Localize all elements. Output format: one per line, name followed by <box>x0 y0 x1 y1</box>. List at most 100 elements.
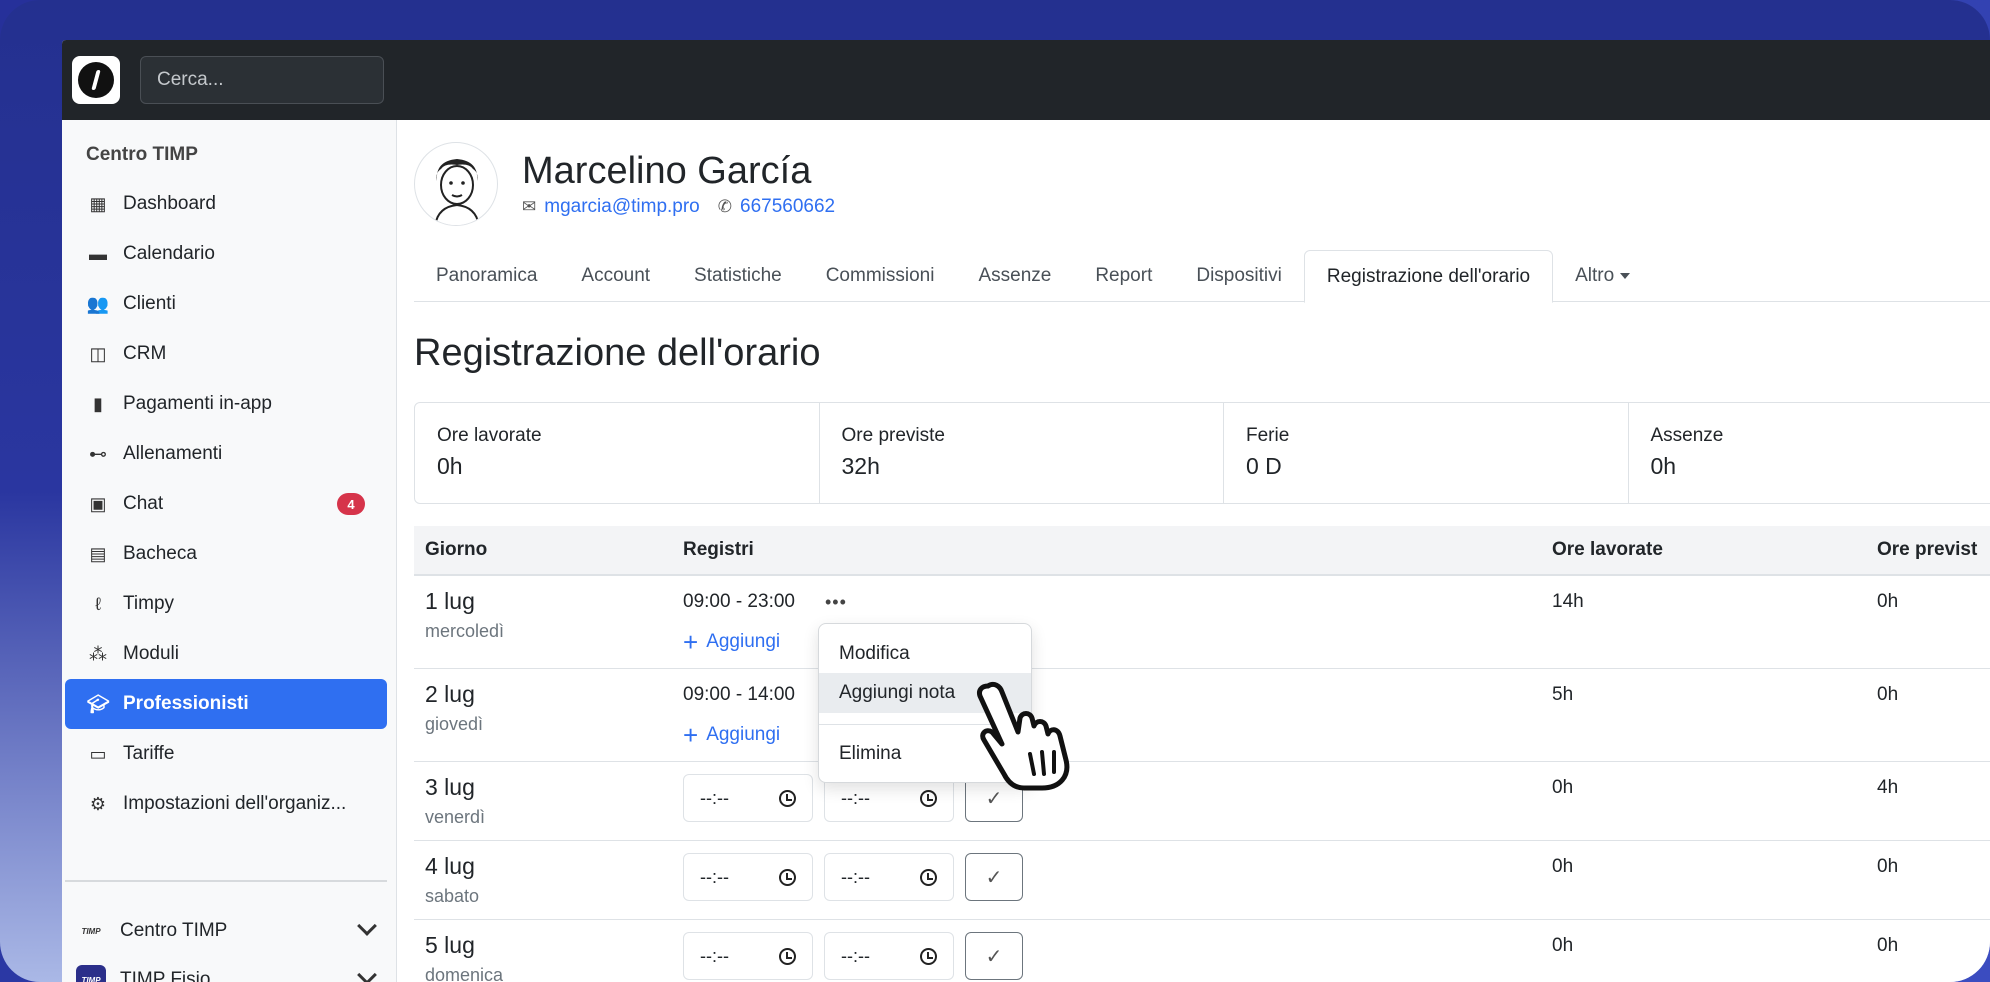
stat-label: Ore lavorate <box>437 425 542 446</box>
sidebar-item-bacheca[interactable]: ▤ Bacheca <box>65 529 387 579</box>
day-number: 5 lug <box>425 932 475 958</box>
confirm-check-button[interactable]: ✓ <box>965 932 1023 980</box>
day-number: 4 lug <box>425 853 475 879</box>
time-placeholder: --:-- <box>700 945 729 966</box>
sidebar-item-moduli[interactable]: ⁂ Moduli <box>65 629 387 679</box>
day-number: 2 lug <box>425 681 475 707</box>
sidebar-item-allenamenti[interactable]: ⊷ Allenamenti <box>65 429 387 479</box>
logo-icon <box>78 62 114 98</box>
table-row: 4 lug sabato --:-- --:-- ✓ 0h 0h <box>414 841 1990 920</box>
tab-altro[interactable]: Altro <box>1553 250 1652 302</box>
menu-item-modifica[interactable]: Modifica <box>819 634 1031 674</box>
background-frame: Centro TIMP ▦ Dashboard ▬ Calendario 👥 C… <box>0 0 1990 982</box>
time-records-table: Giorno Registri Ore lavorate Ore previst… <box>414 526 1990 982</box>
sidebar-item-label: Professionisti <box>123 693 249 714</box>
stat-label: Assenze <box>1650 425 1724 446</box>
tab-statistiche[interactable]: Statistiche <box>672 250 804 302</box>
stat-card: Ore lavorate 0h <box>415 403 820 503</box>
sidebar-item-impostazioni[interactable]: ⚙ Impostazioni dell'organiz... <box>65 779 387 829</box>
avatar <box>414 142 498 226</box>
tab-assenze[interactable]: Assenze <box>956 250 1073 302</box>
table-row: 5 lug domenica --:-- --:-- ✓ 0h 0h <box>414 920 1990 982</box>
sidebar-org-title: Centro TIMP <box>86 144 198 165</box>
worked-hours: 5h <box>1552 684 1574 705</box>
money-icon: ▭ <box>89 743 107 764</box>
tab-dispositivi[interactable]: Dispositivi <box>1174 250 1304 302</box>
profile-email-link[interactable]: mgarcia@timp.pro <box>544 196 700 218</box>
start-time-input[interactable]: --:-- <box>683 774 813 822</box>
records-cell: 09:00 - 14:00 + Aggiungi <box>683 684 795 748</box>
day-weekday: sabato <box>425 886 480 906</box>
sidebar-item-crm[interactable]: ◫ CRM <box>65 329 387 379</box>
day-weekday: domenica <box>425 965 504 982</box>
planned-hours: 0h <box>1877 684 1899 705</box>
day-cell: 1 lug mercoledì <box>425 588 504 642</box>
tab-panoramica[interactable]: Panoramica <box>414 250 559 302</box>
sidebar-item-label: Chat <box>123 493 164 514</box>
profile-phone-link[interactable]: 667560662 <box>740 196 835 218</box>
sidebar-item-label: CRM <box>123 343 167 364</box>
day-cell: 5 lug domenica <box>425 932 503 982</box>
app-logo[interactable] <box>72 56 120 104</box>
sidebar-item-dashboard[interactable]: ▦ Dashboard <box>65 179 387 229</box>
header-day: Giorno <box>425 539 488 560</box>
worked-hours: 0h <box>1552 777 1574 798</box>
stat-card: Ore previste 32h <box>820 403 1224 503</box>
add-record-link[interactable]: + Aggiungi <box>683 722 795 748</box>
start-time-input[interactable]: --:-- <box>683 932 813 980</box>
record-entry: 09:00 - 14:00 <box>683 684 795 706</box>
tab-report[interactable]: Report <box>1073 250 1174 302</box>
day-cell: 4 lug sabato <box>425 853 479 907</box>
day-number: 1 lug <box>425 588 475 614</box>
search-input[interactable] <box>140 56 384 104</box>
planned-hours: 0h <box>1877 935 1899 956</box>
plus-icon: + <box>683 626 699 657</box>
sidebar-item-timpy[interactable]: ℓ Timpy <box>65 579 387 629</box>
chevron-down-icon <box>357 965 377 982</box>
end-time-input[interactable]: --:-- <box>824 853 954 901</box>
sidebar-item-clienti[interactable]: 👥 Clienti <box>65 279 387 329</box>
tab-account[interactable]: Account <box>559 250 672 302</box>
org-switcher-timp-fisio[interactable]: TIMP TIMP Fisio <box>76 960 386 982</box>
record-time: 09:00 - 23:00 <box>683 591 795 612</box>
sidebar-item-tariffe[interactable]: ▭ Tariffe <box>65 729 387 779</box>
page-title: Registrazione dell'orario <box>414 332 821 374</box>
calendar-icon: ▬ <box>89 243 107 264</box>
chat-badge: 4 <box>337 493 365 515</box>
chat-icon: ▣ <box>89 493 107 514</box>
start-time-input[interactable]: --:-- <box>683 853 813 901</box>
sidebar-item-label: Moduli <box>123 643 179 664</box>
tab-commissioni[interactable]: Commissioni <box>804 250 957 302</box>
sidebar-item-professionisti[interactable]: 🎓︎ Professionisti <box>65 679 387 729</box>
confirm-check-button[interactable]: ✓ <box>965 853 1023 901</box>
day-weekday: mercoledì <box>425 621 505 641</box>
table-row: 3 lug venerdì --:-- --:-- ✓ 0h 4h <box>414 762 1990 841</box>
sidebar-item-pagamenti[interactable]: ▮ Pagamenti in-app <box>65 379 387 429</box>
planned-hours: 4h <box>1877 777 1899 798</box>
day-cell: 3 lug venerdì <box>425 774 485 828</box>
more-options-icon[interactable]: ••• <box>825 592 847 613</box>
add-record-label: Aggiungi <box>706 724 781 745</box>
time-placeholder: --:-- <box>841 945 870 966</box>
planned-hours: 0h <box>1877 856 1899 877</box>
header-planned: Ore previst <box>1877 539 1978 560</box>
stat-value: 0h <box>437 453 463 479</box>
sidebar-item-label: Dashboard <box>123 193 216 214</box>
sidebar-item-label: Bacheca <box>123 543 197 564</box>
org-switcher-centro-timp[interactable]: TIMP Centro TIMP <box>76 911 386 951</box>
clock-icon <box>920 869 937 886</box>
sidebar-item-calendario[interactable]: ▬ Calendario <box>65 229 387 279</box>
stat-label: Ore previste <box>841 425 945 446</box>
worked-hours: 14h <box>1552 591 1584 612</box>
add-record-label: Aggiungi <box>706 631 781 652</box>
stats-summary: Ore lavorate 0h Ore previste 32h Ferie 0… <box>414 402 1990 504</box>
tab-registrazione-orario[interactable]: Registrazione dell'orario <box>1303 250 1554 303</box>
timpy-icon: ℓ <box>95 593 101 614</box>
top-bar <box>62 40 1990 120</box>
day-cell: 2 lug giovedì <box>425 681 483 735</box>
sidebar-item-chat[interactable]: ▣ Chat 4 <box>65 479 387 529</box>
header-worked: Ore lavorate <box>1552 539 1663 560</box>
stat-card: Ferie 0 D <box>1224 403 1629 503</box>
end-time-input[interactable]: --:-- <box>824 932 954 980</box>
caret-down-icon <box>1620 273 1631 279</box>
